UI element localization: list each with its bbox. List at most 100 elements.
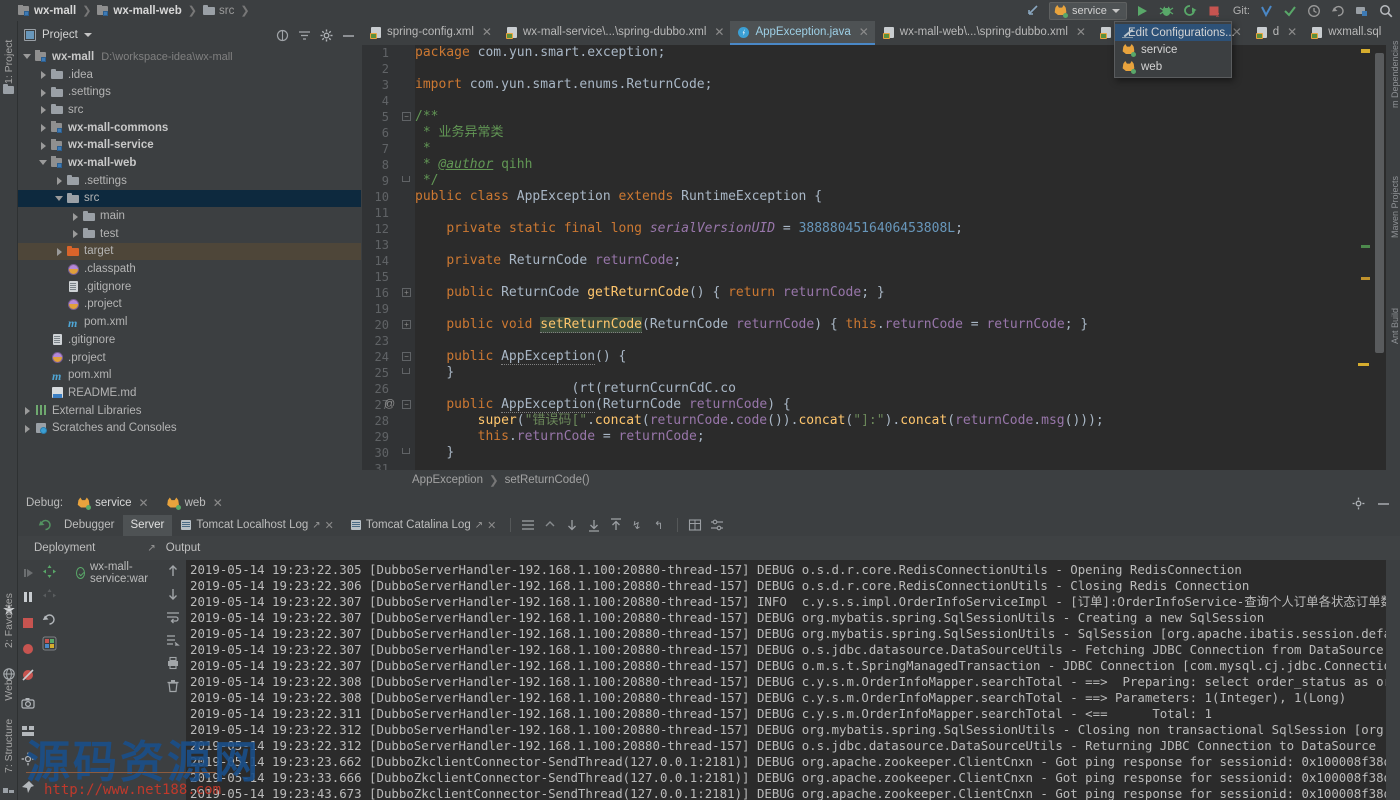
close-icon[interactable]: ✕ xyxy=(482,25,492,39)
code-line[interactable]: public void setReturnCode(ReturnCode ret… xyxy=(415,317,1088,333)
breadcrumb-item-module[interactable]: wx-mall-web xyxy=(97,5,182,17)
git-commit-icon[interactable] xyxy=(1281,2,1298,19)
expand-all-icon[interactable] xyxy=(298,29,311,42)
run-configurations-dropdown[interactable]: Edit Configurations... service web xyxy=(1114,21,1235,78)
tree-expand-arrow-icon[interactable] xyxy=(38,157,49,168)
console-line[interactable]: 2019-05-14 19:23:23.662 [DubboZkclientCo… xyxy=(190,754,1386,770)
code-line[interactable]: } xyxy=(415,365,454,381)
view-breakpoints-icon[interactable] xyxy=(21,642,35,659)
code-line[interactable]: public class AppException extends Runtim… xyxy=(415,189,822,205)
tree-node[interactable]: wx-mall-web xyxy=(18,154,361,172)
print-icon[interactable] xyxy=(166,656,180,670)
mute-breakpoints-icon[interactable] xyxy=(21,668,35,685)
tree-node[interactable]: .project xyxy=(18,296,361,314)
code-line[interactable]: /** xyxy=(415,109,438,125)
project-title-group[interactable]: Project xyxy=(24,29,92,41)
console-line[interactable]: 2019-05-14 19:23:22.307 [DubboServerHand… xyxy=(190,658,1386,674)
code-fold-icon[interactable] xyxy=(402,368,410,374)
tree-node[interactable]: .classpath xyxy=(18,260,361,278)
breadcrumb-method[interactable]: setReturnCode() xyxy=(505,474,590,486)
settings-icon[interactable] xyxy=(710,518,724,532)
editor-tabs[interactable]: spring-config.xml ✕ wx-mall-service\...\sp… xyxy=(362,21,1400,45)
close-icon[interactable]: ✕ xyxy=(1076,25,1086,39)
editor-marker-change[interactable] xyxy=(1361,245,1370,248)
back-arrow-icon[interactable] xyxy=(1025,2,1042,19)
editor-marker-warning-2[interactable] xyxy=(1361,277,1370,280)
git-history-icon[interactable] xyxy=(1305,2,1322,19)
scroll-top-icon[interactable] xyxy=(609,518,623,532)
code-line[interactable]: public AppException(ReturnCode returnCod… xyxy=(415,397,791,413)
scroll-up-icon[interactable] xyxy=(166,564,180,578)
search-everywhere-icon[interactable] xyxy=(1377,2,1394,19)
pin-tab-icon[interactable] xyxy=(21,780,35,797)
scroll-bottom-icon[interactable] xyxy=(587,518,601,532)
deployment-artifact-item[interactable]: wx-mall-service:war xyxy=(62,561,160,585)
tree-node[interactable]: .settings xyxy=(18,83,361,101)
git-update-project-icon[interactable] xyxy=(1257,2,1274,19)
debug-view-tab[interactable]: Server xyxy=(122,514,173,536)
step-out-icon[interactable]: ↰ xyxy=(653,518,667,532)
editor-marker-warning[interactable] xyxy=(1361,49,1370,53)
soft-wrap-icon[interactable] xyxy=(166,610,180,624)
clear-all-icon[interactable] xyxy=(166,679,180,693)
tree-node[interactable]: src xyxy=(18,189,361,208)
tree-node[interactable]: m pom.xml xyxy=(18,366,361,384)
debug-button[interactable] xyxy=(1158,2,1175,19)
console-line[interactable]: 2019-05-14 19:23:22.312 [DubboServerHand… xyxy=(190,722,1386,738)
override-marker-icon[interactable]: @ xyxy=(384,398,395,410)
chevron-down-icon[interactable] xyxy=(83,33,92,37)
tree-expand-arrow-icon[interactable] xyxy=(22,51,33,62)
editor-tab[interactable]: d ✕ xyxy=(1248,21,1303,45)
debug-session-tab-web[interactable]: web ✕ xyxy=(163,495,227,511)
rerun-icon[interactable] xyxy=(38,518,52,532)
editor-tab[interactable]: spring-config.xml ✕ xyxy=(362,21,498,45)
tree-expand-arrow-icon[interactable] xyxy=(54,246,65,257)
tree-expand-arrow-icon[interactable] xyxy=(54,193,65,204)
tree-expand-arrow-icon[interactable] xyxy=(38,140,49,151)
breadcrumb-class[interactable]: AppException xyxy=(412,474,483,486)
code-line[interactable]: private ReturnCode returnCode; xyxy=(415,253,681,269)
sidebar-item-ant-build[interactable]: Ant Build xyxy=(1390,304,1400,348)
sidebar-item-maven-projects[interactable]: Maven Projects xyxy=(1390,176,1400,238)
stop-button[interactable]: 2 xyxy=(1206,2,1223,19)
editor-gutter[interactable]: 1 2 3 4 5 6 7 8 9 10 11 12 13 14 15 16 19 20 23 24 25 26 27 28 2… xyxy=(362,45,415,470)
console-line[interactable]: 2019-05-14 19:23:22.312 [DubboServerHand… xyxy=(190,738,1376,754)
console-line[interactable]: 2019-05-14 19:23:22.306 [DubboServerHand… xyxy=(190,578,1249,594)
tree-expand-arrow-icon[interactable] xyxy=(70,228,81,239)
sidebar-item-project[interactable]: 1: Project xyxy=(3,40,15,84)
tree-node[interactable]: .settings xyxy=(18,172,361,190)
tree-expand-arrow-icon[interactable] xyxy=(22,423,33,434)
debug-view-tabs[interactable]: Debugger Server Tomcat Localhost Log ↗ ✕ Tomc… xyxy=(18,514,1400,536)
console-line[interactable]: 2019-05-14 19:23:22.311 [DubboServerHand… xyxy=(190,706,1212,722)
pin-icon[interactable]: ↗ xyxy=(312,520,320,531)
code-fold-icon[interactable] xyxy=(402,176,410,182)
code-line[interactable]: * xyxy=(415,141,431,157)
camera-icon[interactable] xyxy=(21,696,35,713)
close-icon[interactable]: ✕ xyxy=(1287,25,1297,39)
menu-item-edit-configurations[interactable]: Edit Configurations... xyxy=(1115,24,1235,41)
settings-gear-icon[interactable] xyxy=(320,29,333,42)
editor-scrollbar[interactable] xyxy=(1372,45,1386,470)
code-line[interactable]: * @author qihh xyxy=(415,157,533,173)
stop-program-icon[interactable] xyxy=(21,616,35,633)
tree-expand-arrow-icon[interactable] xyxy=(38,122,49,133)
code-line[interactable]: * 业务异常类 xyxy=(415,125,504,141)
code-fold-icon[interactable]: − xyxy=(402,112,411,121)
tree-node[interactable]: .gitignore xyxy=(18,331,361,349)
code-line[interactable]: super("错误码[".concat(returnCode.code()).c… xyxy=(415,413,1104,429)
console-line[interactable]: 2019-05-14 19:23:22.307 [DubboServerHand… xyxy=(190,642,1384,658)
console-line[interactable]: 2019-05-14 19:23:33.666 [DubboZkclientCo… xyxy=(190,770,1386,786)
console-scrollbar[interactable] xyxy=(1386,560,1400,800)
hide-panel-icon[interactable] xyxy=(342,29,355,42)
scroll-down-icon[interactable] xyxy=(166,587,180,601)
close-icon[interactable]: ✕ xyxy=(714,25,724,39)
settings-gear-icon[interactable] xyxy=(21,752,35,769)
console-line[interactable]: 2019-05-14 19:23:22.308 [DubboServerHand… xyxy=(190,690,1346,706)
project-structure-icon[interactable] xyxy=(1353,2,1370,19)
step-into-icon[interactable]: ↯ xyxy=(631,518,645,532)
tree-node[interactable]: wx-mall D:\workspace-idea\wx-mall xyxy=(18,48,361,66)
tree-node[interactable]: .gitignore xyxy=(18,278,361,296)
code-line[interactable]: (rt(returnCcurnCdC.co xyxy=(415,381,736,397)
collapse-all-icon[interactable] xyxy=(276,29,289,42)
sidebar-item-web[interactable]: Web xyxy=(3,663,15,717)
